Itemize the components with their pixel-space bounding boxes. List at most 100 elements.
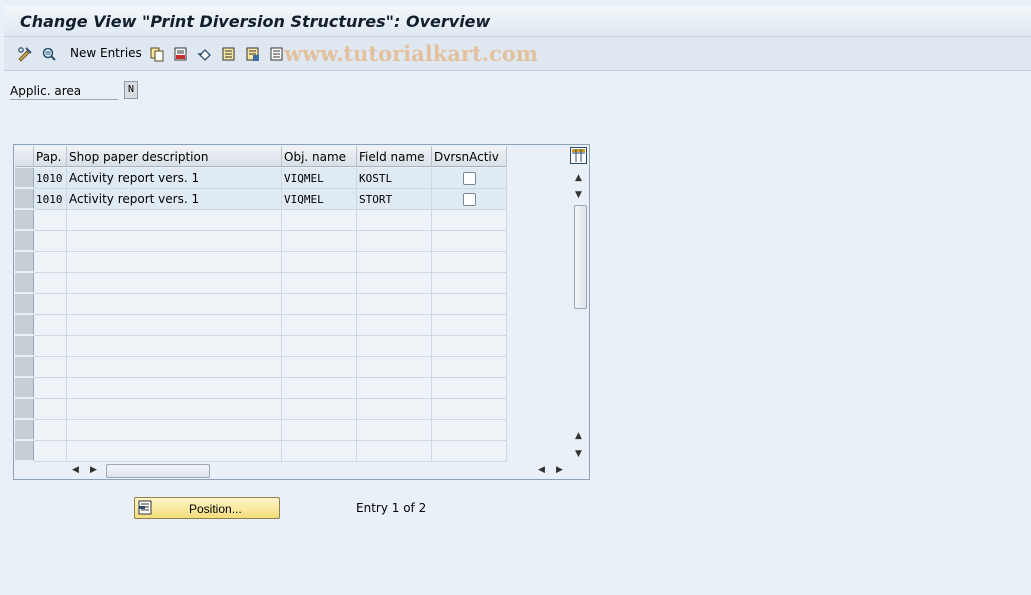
empty-cell[interactable] — [67, 378, 282, 399]
empty-cell[interactable] — [432, 210, 507, 231]
row-selector[interactable] — [15, 378, 34, 398]
empty-cell[interactable] — [67, 336, 282, 357]
empty-cell[interactable] — [432, 441, 507, 462]
cell-field[interactable]: KOSTL — [357, 168, 432, 189]
delete-icon[interactable] — [172, 45, 190, 63]
empty-cell[interactable] — [357, 441, 432, 462]
row-selector[interactable] — [15, 399, 34, 419]
empty-cell[interactable] — [282, 294, 357, 315]
empty-cell[interactable] — [282, 399, 357, 420]
cell-desc[interactable]: Activity report vers. 1 — [67, 189, 282, 210]
empty-cell[interactable] — [432, 399, 507, 420]
empty-cell[interactable] — [34, 357, 67, 378]
empty-cell[interactable] — [432, 231, 507, 252]
dvrsn-activ-checkbox[interactable] — [463, 172, 476, 185]
empty-cell[interactable] — [432, 378, 507, 399]
empty-cell[interactable] — [432, 252, 507, 273]
row-selector[interactable] — [15, 168, 34, 188]
copy-icon[interactable] — [148, 45, 166, 63]
empty-cell[interactable] — [432, 420, 507, 441]
empty-cell[interactable] — [67, 420, 282, 441]
empty-cell[interactable] — [282, 336, 357, 357]
row-selector[interactable] — [15, 315, 34, 335]
empty-cell[interactable] — [357, 252, 432, 273]
cell-pap[interactable]: 1010 — [34, 168, 67, 189]
empty-cell[interactable] — [432, 315, 507, 336]
scroll-down-icon[interactable]: ▼ — [575, 449, 582, 459]
other-view-icon[interactable] — [40, 45, 58, 63]
empty-cell[interactable] — [357, 231, 432, 252]
empty-cell[interactable] — [67, 210, 282, 231]
empty-cell[interactable] — [34, 378, 67, 399]
cell-field[interactable]: STORT — [357, 189, 432, 210]
empty-cell[interactable] — [357, 399, 432, 420]
empty-cell[interactable] — [34, 336, 67, 357]
scroll-right-end-icon[interactable]: ▶ — [556, 465, 563, 475]
empty-cell[interactable] — [282, 357, 357, 378]
empty-cell[interactable] — [357, 210, 432, 231]
empty-cell[interactable] — [34, 273, 67, 294]
empty-cell[interactable] — [357, 315, 432, 336]
row-selector[interactable] — [15, 336, 34, 356]
new-entries-button[interactable]: New Entries — [70, 46, 142, 60]
cell-obj[interactable]: VIQMEL — [282, 189, 357, 210]
select-all-icon[interactable] — [220, 45, 238, 63]
row-selector[interactable] — [15, 273, 34, 293]
row-selector[interactable] — [15, 252, 34, 272]
empty-cell[interactable] — [34, 231, 67, 252]
select-all-rows-header[interactable] — [15, 146, 34, 167]
empty-cell[interactable] — [432, 294, 507, 315]
scroll-left-end-icon[interactable]: ◀ — [538, 465, 545, 475]
empty-cell[interactable] — [67, 294, 282, 315]
cell-active[interactable] — [432, 189, 507, 210]
vertical-scrollbar[interactable]: ▲ ▼ ▲ ▼ — [571, 169, 589, 461]
empty-cell[interactable] — [282, 378, 357, 399]
empty-cell[interactable] — [282, 252, 357, 273]
row-selector[interactable] — [15, 189, 34, 209]
empty-cell[interactable] — [67, 315, 282, 336]
empty-cell[interactable] — [34, 294, 67, 315]
empty-cell[interactable] — [34, 420, 67, 441]
horizontal-scroll-thumb[interactable] — [106, 464, 210, 478]
empty-cell[interactable] — [34, 441, 67, 462]
empty-cell[interactable] — [34, 315, 67, 336]
select-block-icon[interactable] — [244, 45, 262, 63]
empty-cell[interactable] — [357, 378, 432, 399]
cell-obj[interactable]: VIQMEL — [282, 168, 357, 189]
empty-cell[interactable] — [67, 252, 282, 273]
undo-icon[interactable] — [196, 45, 214, 63]
row-selector[interactable] — [15, 231, 34, 251]
scroll-up-icon[interactable]: ▲ — [575, 173, 582, 183]
horizontal-scrollbar[interactable]: ◀ ▶ ◀ ▶ — [66, 462, 571, 478]
display-change-icon[interactable] — [16, 45, 34, 63]
empty-cell[interactable] — [282, 315, 357, 336]
empty-cell[interactable] — [282, 420, 357, 441]
column-header-pap[interactable]: Pap. — [34, 146, 67, 167]
applic-area-input[interactable]: N — [124, 81, 138, 99]
page-down-icon[interactable]: ▼ — [575, 190, 582, 200]
empty-cell[interactable] — [432, 336, 507, 357]
empty-cell[interactable] — [67, 441, 282, 462]
empty-cell[interactable] — [34, 210, 67, 231]
empty-cell[interactable] — [34, 252, 67, 273]
empty-cell[interactable] — [282, 210, 357, 231]
empty-cell[interactable] — [357, 294, 432, 315]
row-selector[interactable] — [15, 210, 34, 230]
dvrsn-activ-checkbox[interactable] — [463, 193, 476, 206]
row-selector[interactable] — [15, 357, 34, 377]
empty-cell[interactable] — [67, 399, 282, 420]
row-selector[interactable] — [15, 441, 34, 461]
column-header-field[interactable]: Field name — [357, 146, 432, 167]
empty-cell[interactable] — [34, 399, 67, 420]
empty-cell[interactable] — [357, 357, 432, 378]
column-header-desc[interactable]: Shop paper description — [67, 146, 282, 167]
cell-active[interactable] — [432, 168, 507, 189]
empty-cell[interactable] — [432, 273, 507, 294]
cell-desc[interactable]: Activity report vers. 1 — [67, 168, 282, 189]
empty-cell[interactable] — [282, 231, 357, 252]
scroll-left-icon[interactable]: ◀ — [72, 465, 79, 475]
scroll-right-icon[interactable]: ▶ — [90, 465, 97, 475]
row-selector[interactable] — [15, 420, 34, 440]
empty-cell[interactable] — [357, 420, 432, 441]
position-button[interactable]: Position... — [134, 497, 280, 519]
